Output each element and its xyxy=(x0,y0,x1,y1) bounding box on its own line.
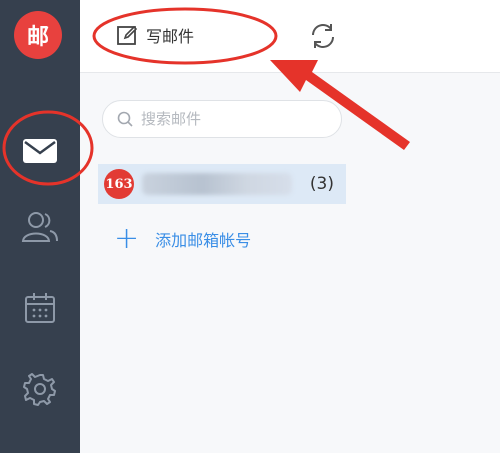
add-account-label: 添加邮箱帐号 xyxy=(155,231,252,250)
app-logo: 邮 xyxy=(14,11,62,59)
search-input[interactable] xyxy=(139,109,333,129)
settings-icon xyxy=(23,373,56,406)
unread-count: (3) xyxy=(309,174,334,194)
plus-icon: + xyxy=(114,221,140,256)
main-panel: 写邮件 163 (3) + 添加邮箱帐号 xyxy=(80,0,500,453)
sidebar-item-calendar[interactable] xyxy=(19,287,61,329)
contacts-icon xyxy=(21,212,58,242)
sidebar-item-mail[interactable] xyxy=(19,130,61,172)
sidebar-item-contacts[interactable] xyxy=(19,206,61,248)
account-address-redacted xyxy=(142,173,292,195)
mail-icon xyxy=(23,139,57,163)
sidebar: 邮 xyxy=(0,0,80,453)
refresh-icon xyxy=(312,24,334,48)
search-box[interactable] xyxy=(102,100,342,138)
calendar-icon xyxy=(25,293,55,323)
refresh-button[interactable] xyxy=(309,22,337,50)
account-item[interactable]: 163 (3) xyxy=(98,164,346,204)
sidebar-item-settings[interactable] xyxy=(19,368,61,410)
add-account-button[interactable]: + 添加邮箱帐号 xyxy=(114,224,251,254)
compose-button[interactable]: 写邮件 xyxy=(116,20,194,50)
account-badge: 163 xyxy=(104,169,134,199)
compose-label: 写邮件 xyxy=(146,27,195,46)
search-icon xyxy=(117,111,133,127)
toolbar: 写邮件 xyxy=(80,0,500,73)
compose-icon xyxy=(117,25,138,45)
